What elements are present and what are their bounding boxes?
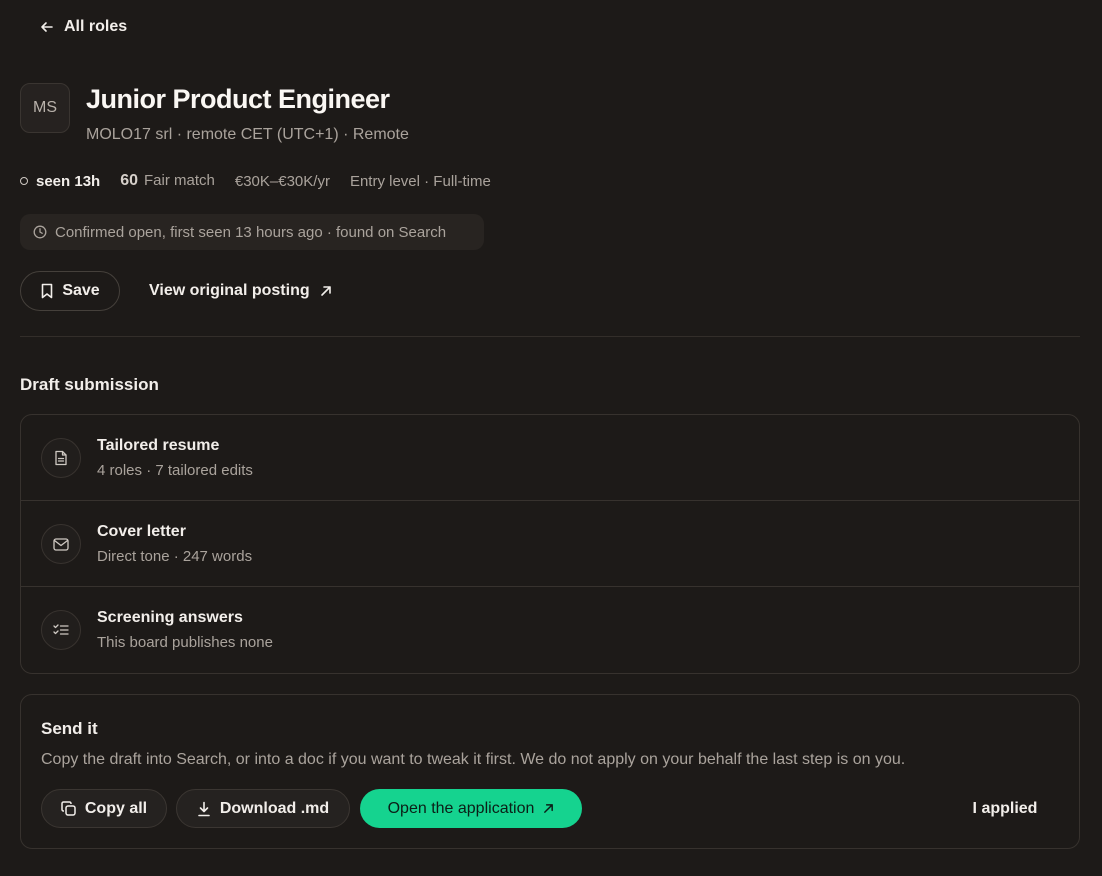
- draft-item-title: Tailored resume: [97, 437, 220, 454]
- draft-item-subtitle: Direct tone · 247 words: [97, 548, 253, 565]
- draft-item-subtitle: 4 roles · 7 tailored edits: [97, 462, 253, 479]
- match-score: 60 Fair match: [120, 172, 215, 190]
- match-score-label: Fair match: [144, 172, 215, 189]
- status-text: Confirmed open, first seen 13 hours ago …: [55, 223, 447, 241]
- divider: [20, 336, 1080, 337]
- draft-item-title: Cover letter: [97, 523, 186, 540]
- open-application-button[interactable]: Open the application: [360, 789, 582, 828]
- download-md-label: Download .md: [219, 799, 330, 817]
- file-text-icon: [41, 438, 81, 478]
- salary: €30K–€30K/yr: [234, 172, 330, 190]
- copy-icon: [61, 801, 76, 816]
- copy-all-button[interactable]: Copy all: [41, 789, 167, 828]
- draft-item-screening-answers[interactable]: Screening answers This board publishes n…: [21, 587, 1079, 673]
- job-title: Junior Product Engineer: [86, 84, 390, 114]
- clock-icon: [33, 225, 47, 239]
- company-logo: MS: [20, 83, 70, 133]
- arrow-left-icon: [40, 20, 54, 34]
- open-application-label: Open the application: [387, 799, 535, 817]
- draft-list: Tailored resume 4 roles · 7 tailored edi…: [20, 414, 1080, 674]
- draft-item-title: Screening answers: [97, 609, 243, 626]
- send-panel-description: Copy the draft into Search, or into a do…: [41, 751, 906, 768]
- send-panel-title: Send it: [41, 719, 98, 738]
- draft-section-title: Draft submission: [20, 375, 159, 394]
- back-link[interactable]: All roles: [40, 17, 127, 37]
- job-level: Entry level · Full-time: [349, 172, 491, 190]
- job-subtitle: MOLO17 srl · remote CET (UTC+1) · Remote: [86, 126, 409, 143]
- seen-label: seen 13h: [36, 172, 101, 190]
- checklist-icon: [41, 610, 81, 650]
- download-icon: [197, 801, 211, 817]
- status-ring-icon: [20, 177, 28, 185]
- status-badge: Confirmed open, first seen 13 hours ago …: [20, 214, 484, 250]
- save-button[interactable]: Save: [20, 271, 120, 311]
- job-meta: seen 13h 60 Fair match €30K–€30K/yr Entr…: [20, 171, 491, 191]
- bookmark-icon: [40, 283, 54, 299]
- download-md-button[interactable]: Download .md: [176, 789, 350, 828]
- send-panel: Send it Copy the draft into Search, or i…: [20, 694, 1080, 849]
- draft-item-subtitle: This board publishes none: [97, 634, 273, 651]
- external-arrow-icon: [320, 285, 332, 297]
- view-original-posting-label: View original posting: [149, 282, 310, 299]
- match-score-value: 60: [120, 172, 139, 189]
- back-link-label: All roles: [64, 18, 128, 35]
- save-button-label: Save: [62, 282, 100, 299]
- external-arrow-icon: [543, 803, 554, 814]
- draft-item-tailored-resume[interactable]: Tailored resume 4 roles · 7 tailored edi…: [21, 415, 1079, 501]
- view-original-posting-link[interactable]: View original posting: [149, 281, 332, 301]
- mail-icon: [41, 524, 81, 564]
- i-applied-button[interactable]: I applied: [957, 789, 1053, 828]
- draft-item-cover-letter[interactable]: Cover letter Direct tone · 247 words: [21, 501, 1079, 587]
- copy-all-label: Copy all: [84, 799, 148, 817]
- seen-indicator: seen 13h: [20, 173, 100, 190]
